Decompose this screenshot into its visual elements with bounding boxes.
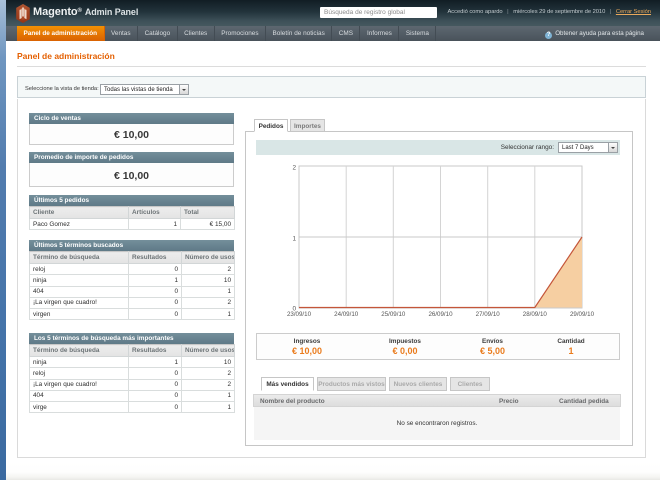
svg-text:25/09/10: 25/09/10 [381,311,406,318]
svg-text:28/09/10: 28/09/10 [523,311,548,318]
svg-text:2: 2 [292,165,296,172]
svg-text:23/09/10: 23/09/10 [287,311,312,318]
svg-text:27/09/10: 27/09/10 [476,311,501,318]
svg-text:1: 1 [292,236,296,243]
svg-text:24/09/10: 24/09/10 [334,311,359,318]
svg-text:26/09/10: 26/09/10 [428,311,453,318]
svg-text:29/09/10: 29/09/10 [570,311,595,318]
